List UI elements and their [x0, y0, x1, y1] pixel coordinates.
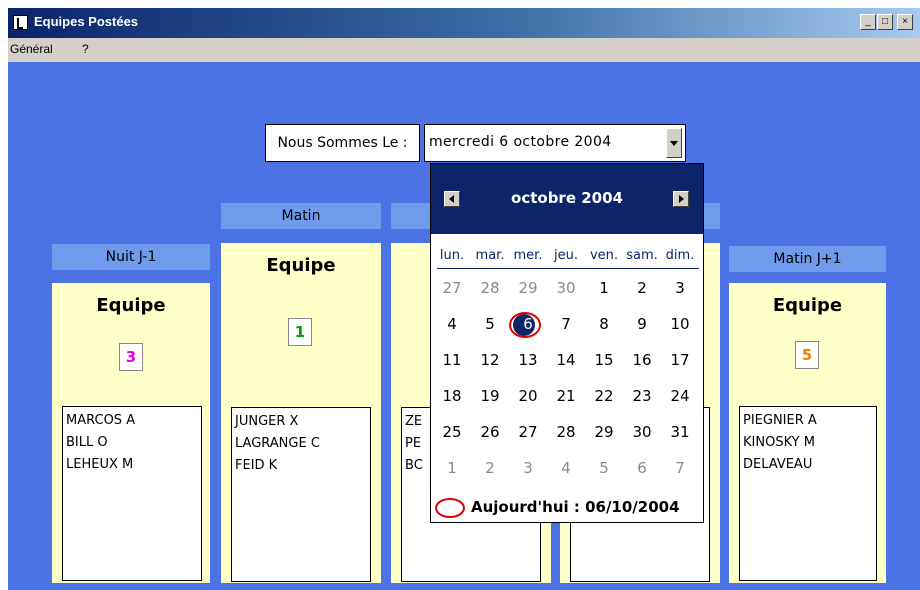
day-cell[interactable]: 5: [585, 459, 623, 477]
day-cell[interactable]: 12: [471, 351, 509, 369]
day-cell[interactable]: 7: [547, 315, 585, 333]
weekday-label: dim.: [665, 248, 695, 263]
day-cell[interactable]: 27: [509, 423, 547, 441]
day-cell[interactable]: 17: [661, 351, 699, 369]
team-column-matin: Equipe 1 JUNGER X LAGRANGE C FEID K: [221, 243, 381, 583]
calendar-popup[interactable]: octobre 2004 lun. mar. mer. jeu. ven. sam. dim…: [430, 163, 704, 523]
team-members-list: JUNGER X LAGRANGE C FEID K: [231, 407, 371, 582]
weekday-label: mer.: [513, 248, 543, 263]
team-members-list: PIEGNIER A KINOSKY M DELAVEAU: [739, 406, 877, 581]
day-cell[interactable]: 4: [547, 459, 585, 477]
day-cell[interactable]: 31: [661, 423, 699, 441]
day-cell[interactable]: 8: [585, 315, 623, 333]
team-member: PE: [405, 436, 422, 451]
team-number: 3: [119, 343, 143, 371]
app-icon: [13, 15, 28, 30]
application-window: Equipes Postées _ □ × Général ? Nous Som…: [0, 0, 920, 590]
day-cell[interactable]: 19: [471, 387, 509, 405]
date-label: Nous Sommes Le :: [265, 124, 420, 162]
day-cell[interactable]: 3: [509, 459, 547, 477]
title-bar[interactable]: Equipes Postées _ □ ×: [8, 8, 920, 38]
day-cell[interactable]: 30: [547, 279, 585, 297]
equipe-label: Equipe: [96, 295, 166, 316]
shift-header-matin: Matin: [221, 203, 381, 229]
day-cell[interactable]: 1: [433, 459, 471, 477]
day-cell[interactable]: 2: [623, 279, 661, 297]
weekday-label: jeu.: [554, 248, 578, 263]
day-cell[interactable]: 1: [585, 279, 623, 297]
day-cell[interactable]: 29: [585, 423, 623, 441]
day-cell[interactable]: 27: [433, 279, 471, 297]
team-member: ZE: [405, 414, 423, 429]
team-column-nuit: Equipe 3 MARCOS A BILL O LEHEUX M: [52, 283, 210, 583]
next-month-icon[interactable]: [673, 191, 689, 207]
today-button[interactable]: Aujourd'hui : 06/10/2004: [471, 498, 680, 516]
weekday-divider: [437, 268, 699, 269]
team-member: BC: [405, 458, 423, 473]
date-dropdown[interactable]: mercredi 6 octobre 2004: [424, 124, 686, 162]
equipe-label: Equipe: [772, 295, 843, 316]
team-number: 5: [795, 341, 819, 369]
day-cell[interactable]: 30: [623, 423, 661, 441]
day-cell[interactable]: 15: [585, 351, 623, 369]
close-button[interactable]: ×: [897, 14, 913, 30]
day-cell[interactable]: 29: [509, 279, 547, 297]
day-cell[interactable]: 28: [547, 423, 585, 441]
team-member: LAGRANGE C: [235, 436, 320, 451]
day-cell[interactable]: 5: [471, 315, 509, 333]
day-cell[interactable]: 3: [661, 279, 699, 297]
team-member: LEHEUX M: [66, 457, 134, 472]
weekday-label: lun.: [439, 248, 465, 263]
weekday-label: mar.: [475, 248, 505, 263]
calendar-month-label: octobre 2004: [511, 189, 623, 207]
team-member: KINOSKY M: [743, 435, 815, 450]
team-member: BILL O: [66, 435, 108, 450]
day-cell[interactable]: 23: [623, 387, 661, 405]
team-member: JUNGER X: [235, 414, 299, 429]
today-circle-icon: [435, 498, 465, 518]
menu-help[interactable]: ?: [82, 42, 89, 56]
day-cell[interactable]: 18: [433, 387, 471, 405]
minimize-button[interactable]: _: [860, 14, 876, 30]
day-cell[interactable]: 25: [433, 423, 471, 441]
menu-general[interactable]: Général: [10, 42, 53, 56]
day-cell[interactable]: 28: [471, 279, 509, 297]
shift-header-matin-next: Matin J+1: [729, 246, 886, 272]
dropdown-arrow-icon[interactable]: [666, 128, 682, 158]
menu-bar: Général ?: [8, 38, 920, 62]
day-cell[interactable]: 20: [509, 387, 547, 405]
day-cell[interactable]: 7: [661, 459, 699, 477]
calendar-header: octobre 2004: [431, 164, 703, 234]
equipe-label: Equipe: [266, 255, 336, 276]
team-member: PIEGNIER A: [743, 413, 817, 428]
team-member: DELAVEAU: [743, 457, 813, 472]
maximize-button[interactable]: □: [877, 14, 893, 30]
day-cell[interactable]: 6: [623, 459, 661, 477]
day-cell[interactable]: 14: [547, 351, 585, 369]
window-title: Equipes Postées: [34, 14, 139, 29]
shift-header-nuit: Nuit J-1: [52, 244, 210, 270]
today-circle-icon: [509, 312, 541, 338]
team-column-matin-next: Equipe 5 PIEGNIER A KINOSKY M DELAVEAU: [729, 283, 886, 583]
team-member: MARCOS A: [66, 413, 136, 428]
day-cell[interactable]: 24: [661, 387, 699, 405]
team-member: FEID K: [235, 458, 278, 473]
team-number: 1: [288, 318, 312, 346]
day-cell[interactable]: 10: [661, 315, 699, 333]
day-cell[interactable]: 11: [433, 351, 471, 369]
day-cell[interactable]: 2: [471, 459, 509, 477]
day-cell[interactable]: 16: [623, 351, 661, 369]
day-cell[interactable]: 9: [623, 315, 661, 333]
date-value: mercredi 6 octobre 2004: [429, 134, 612, 150]
day-cell[interactable]: 21: [547, 387, 585, 405]
day-cell[interactable]: 22: [585, 387, 623, 405]
weekday-label: ven.: [589, 248, 619, 263]
team-members-list: MARCOS A BILL O LEHEUX M: [62, 406, 202, 581]
day-cell[interactable]: 4: [433, 315, 471, 333]
day-cell[interactable]: 13: [509, 351, 547, 369]
day-cell[interactable]: 26: [471, 423, 509, 441]
weekday-label: sam.: [626, 248, 658, 263]
